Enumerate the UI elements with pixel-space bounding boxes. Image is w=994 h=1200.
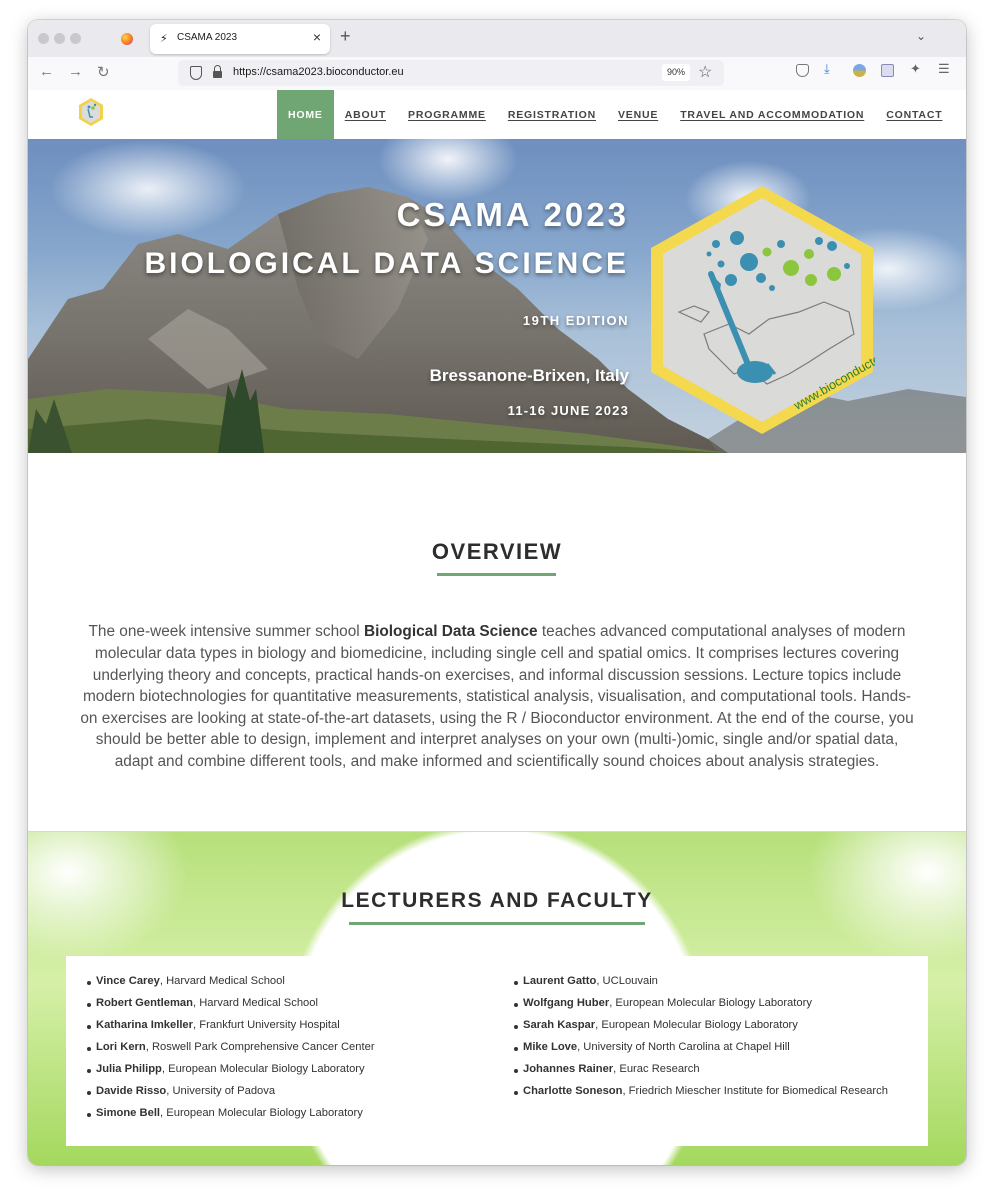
lecturer-name: Laurent Gatto xyxy=(523,975,597,987)
overview-text-highlight: Biological Data Science xyxy=(363,623,538,641)
nav-venue[interactable]: VENUE xyxy=(607,90,669,139)
nav-about[interactable]: ABOUT xyxy=(334,90,397,139)
overview-section: OVERVIEW The one-week intensive summer s… xyxy=(28,453,966,831)
hero-location: Bressanone-Brixen, Italy xyxy=(429,366,629,385)
firefox-icon xyxy=(120,32,133,45)
menu-icon[interactable]: ☰ xyxy=(938,61,951,76)
lecturer-affiliation: , European Molecular Biology Laboratory xyxy=(160,1107,363,1119)
list-item: Katharina Imkeller, Frankfurt University… xyxy=(87,1019,375,1041)
lecturers-section: LECTURERS AND FACULTY Vince Carey, Harva… xyxy=(28,831,966,1165)
lecturer-name: Robert Gentleman xyxy=(96,997,193,1009)
reload-icon[interactable]: ↻ xyxy=(97,63,110,81)
tab-close-icon[interactable]: × xyxy=(313,29,321,45)
lecturer-affiliation: , Harvard Medical School xyxy=(192,997,318,1009)
lecturer-name: Charlotte Soneson xyxy=(523,1085,623,1097)
tab-csama[interactable]: ⚡ CSAMA 2023 × xyxy=(150,24,330,54)
nav-home[interactable]: HOME xyxy=(277,90,334,139)
list-item: Charlotte Soneson, Friedrich Miescher In… xyxy=(514,1085,888,1107)
list-item: Wolfgang Huber, European Molecular Biolo… xyxy=(514,997,888,1019)
new-tab-button[interactable]: + xyxy=(340,26,351,47)
lock-icon[interactable] xyxy=(213,65,222,78)
url-bar[interactable]: https://csama2023.bioconductor.eu 90% ☆ xyxy=(178,60,724,86)
lecturer-affiliation: , Friedrich Miescher Institute for Biome… xyxy=(622,1085,888,1097)
overview-text: The one-week intensive summer school Bio… xyxy=(76,621,918,772)
lecturer-affiliation: , University of North Carolina at Chapel… xyxy=(577,1041,790,1053)
lecturer-name: Lori Kern xyxy=(96,1041,146,1053)
hero-edition: 19TH EDITION xyxy=(522,313,629,328)
main-nav: HOME ABOUT PROGRAMME REGISTRATION VENUE … xyxy=(277,90,953,139)
zoom-window-button[interactable] xyxy=(70,33,81,44)
site-favicon-icon: ⚡ xyxy=(160,32,168,45)
zoom-level[interactable]: 90% xyxy=(662,64,691,81)
nav-registration[interactable]: REGISTRATION xyxy=(497,90,607,139)
overview-text-body: teaches advanced computational analyses … xyxy=(80,623,914,770)
hero-dates: 11-16 JUNE 2023 xyxy=(507,403,629,418)
lecturer-affiliation: , Harvard Medical School xyxy=(159,975,285,987)
lecturer-name: Julia Philipp xyxy=(96,1063,162,1075)
nav-programme[interactable]: PROGRAMME xyxy=(397,90,497,139)
lecturers-title-underline xyxy=(349,922,645,925)
lecturer-affiliation: , UCLouvain xyxy=(596,975,658,987)
close-window-button[interactable] xyxy=(38,33,49,44)
minimize-window-button[interactable] xyxy=(54,33,65,44)
hero-title: CSAMA 2023 xyxy=(396,196,629,233)
url-text[interactable]: https://csama2023.bioconductor.eu xyxy=(233,66,404,78)
lecturer-affiliation: , European Molecular Biology Laboratory xyxy=(595,1019,798,1031)
nav-contact[interactable]: CONTACT xyxy=(875,90,953,139)
browser-toolbar: ← → ↻ https://csama2023.bioconductor.eu … xyxy=(28,57,966,91)
lecturer-affiliation: , Eurac Research xyxy=(613,1063,700,1075)
list-item: Vince Carey, Harvard Medical School xyxy=(87,975,375,997)
list-item: Lori Kern, Roswell Park Comprehensive Ca… xyxy=(87,1041,375,1063)
overview-title: OVERVIEW xyxy=(431,539,563,564)
lecturers-title: LECTURERS AND FACULTY xyxy=(341,889,653,912)
bioconductor-hex-sticker: www.bioconductor.eu xyxy=(651,186,875,434)
chevron-down-icon[interactable]: ⌄ xyxy=(916,29,926,43)
lecturers-list-right: Laurent Gatto, UCLouvain Wolfgang Huber,… xyxy=(514,975,888,1107)
site-header: HOME ABOUT PROGRAMME REGISTRATION VENUE … xyxy=(28,90,966,139)
tab-title: CSAMA 2023 xyxy=(177,32,238,43)
lecturer-name: Simone Bell xyxy=(96,1107,161,1119)
lecturer-name: Vince Carey xyxy=(96,975,160,987)
lecturer-affiliation: , Frankfurt University Hospital xyxy=(193,1019,340,1031)
bioconductor-logo[interactable] xyxy=(77,97,105,127)
download-icon[interactable]: ⤓ xyxy=(824,61,837,76)
lecturers-card: Vince Carey, Harvard Medical School Robe… xyxy=(66,956,928,1146)
extension-icon[interactable] xyxy=(881,64,894,77)
list-item: Robert Gentleman, Harvard Medical School xyxy=(87,997,375,1019)
nav-travel[interactable]: TRAVEL AND ACCOMMODATION xyxy=(669,90,875,139)
lecturer-name: Wolfgang Huber xyxy=(523,997,610,1009)
lecturer-affiliation: , European Molecular Biology Laboratory xyxy=(161,1063,365,1075)
list-item: Mike Love, University of North Carolina … xyxy=(514,1041,888,1063)
lecturer-name: Sarah Kaspar xyxy=(523,1019,596,1031)
lecturer-name: Katharina Imkeller xyxy=(96,1019,194,1031)
list-item: Laurent Gatto, UCLouvain xyxy=(514,975,888,997)
browser-window: ⚡ CSAMA 2023 × + ⌄ ← → ↻ https://csama20… xyxy=(28,20,966,1165)
list-item: Johannes Rainer, Eurac Research xyxy=(514,1063,888,1085)
lecturer-affiliation: , Roswell Park Comprehensive Cancer Cent… xyxy=(145,1041,375,1053)
puzzle-icon[interactable]: ✦ xyxy=(910,61,923,76)
list-item: Julia Philipp, European Molecular Biolog… xyxy=(87,1063,375,1085)
lecturer-name: Johannes Rainer xyxy=(523,1063,614,1075)
firefox-view-button[interactable] xyxy=(118,30,135,47)
lecturer-affiliation: , European Molecular Biology Laboratory xyxy=(609,997,812,1009)
overview-text-intro: The one-week intensive summer school xyxy=(88,623,364,641)
lecturer-name: Mike Love xyxy=(523,1041,578,1053)
list-item: Sarah Kaspar, European Molecular Biology… xyxy=(514,1019,888,1041)
star-icon[interactable]: ☆ xyxy=(698,62,712,82)
list-item: Simone Bell, European Molecular Biology … xyxy=(87,1107,375,1129)
shield-icon[interactable] xyxy=(190,66,202,80)
back-icon[interactable]: ← xyxy=(39,63,54,80)
hero-subtitle: BIOLOGICAL DATA SCIENCE xyxy=(144,247,629,280)
overview-title-underline xyxy=(437,573,556,576)
tab-strip: ⚡ CSAMA 2023 × + ⌄ xyxy=(28,20,966,57)
pocket-icon[interactable] xyxy=(796,64,809,77)
lecturers-list-left: Vince Carey, Harvard Medical School Robe… xyxy=(87,975,375,1129)
lecturer-name: Davide Risso xyxy=(96,1085,167,1097)
hero-banner: CSAMA 2023 BIOLOGICAL DATA SCIENCE 19TH … xyxy=(28,139,966,453)
extension-icon[interactable] xyxy=(853,64,866,77)
lecturer-affiliation: , University of Padova xyxy=(166,1085,276,1097)
forward-icon[interactable]: → xyxy=(68,63,83,80)
list-item: Davide Risso, University of Padova xyxy=(87,1085,375,1107)
